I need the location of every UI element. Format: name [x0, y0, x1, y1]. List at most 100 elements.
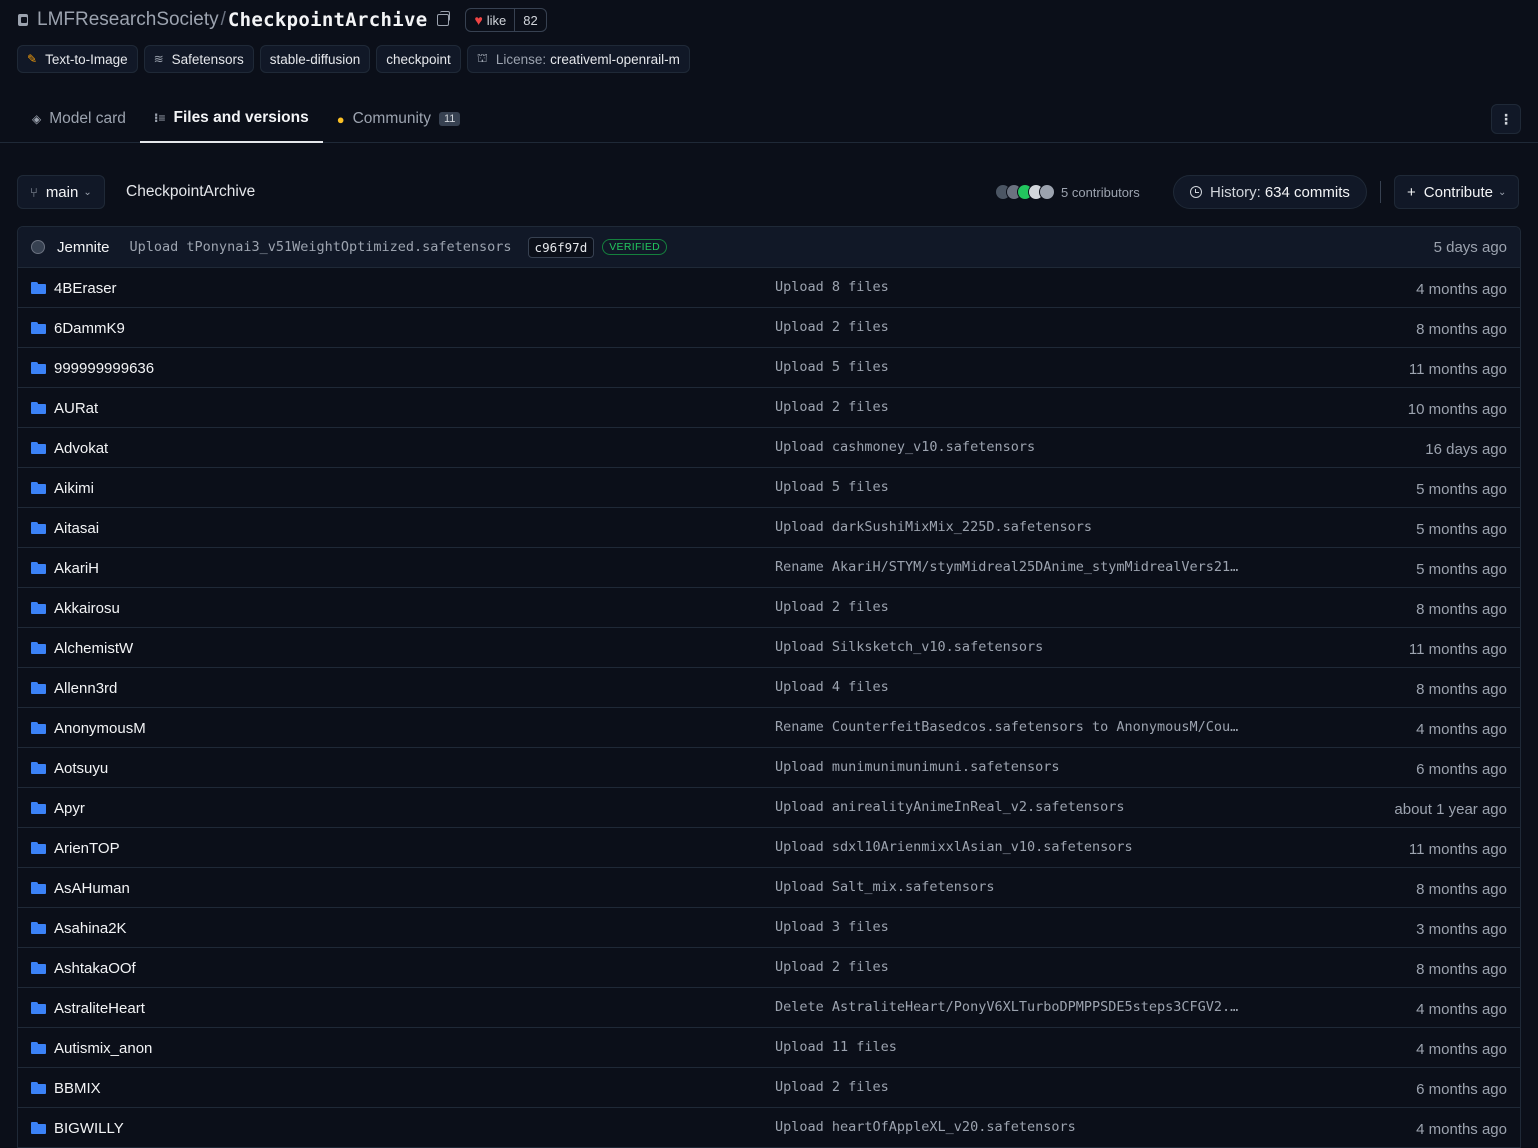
table-row: Advokat Upload cashmoney_v10.safetensors 1… [18, 428, 1520, 468]
tag-stable-diffusion[interactable]: stable-diffusion [259, 45, 371, 73]
file-commit-message-link[interactable]: Upload anirealityAnimeInReal_v2.safetens… [775, 788, 1125, 826]
folder-icon [31, 482, 46, 494]
folder-icon [31, 402, 46, 414]
file-commit-message-link[interactable]: Upload Silksketch_v10.safetensors [775, 628, 1043, 666]
org-link[interactable]: LMFResearchSociety [37, 9, 219, 31]
tag-license[interactable]: ⛫ License: creativeml-openrail-m [466, 45, 690, 73]
folder-name-link[interactable]: ArienTOP [54, 828, 120, 868]
folder-name-link[interactable]: Aikimi [54, 468, 94, 508]
table-row: AstraliteHeart Delete AstraliteHeart/Pony… [18, 988, 1520, 1028]
folder-icon [31, 562, 46, 574]
folder-name-link[interactable]: Asahina2K [54, 908, 127, 948]
file-date: 8 months ago [1416, 680, 1507, 698]
copy-icon[interactable] [437, 11, 451, 26]
file-commit-message-link[interactable]: Upload cashmoney_v10.safetensors [775, 428, 1035, 466]
folder-name-link[interactable]: AstraliteHeart [54, 988, 145, 1028]
folder-name-link[interactable]: BIGWILLY [54, 1108, 124, 1148]
contributors-count: 5 contributors [1061, 184, 1140, 200]
folder-icon [31, 642, 46, 654]
folder-icon [31, 682, 46, 694]
folder-name-link[interactable]: Aotsuyu [54, 748, 108, 788]
folder-icon [31, 722, 46, 734]
folder-name-link[interactable]: Aitasai [54, 508, 99, 548]
file-date: 4 months ago [1416, 1120, 1507, 1138]
folder-icon [31, 1002, 46, 1014]
file-date: 11 months ago [1408, 840, 1507, 858]
cube-icon: ◈ [32, 112, 42, 126]
folder-name-link[interactable]: Advokat [54, 428, 108, 468]
folder-name-link[interactable]: Akkairosu [54, 588, 120, 628]
file-date: 8 months ago [1416, 960, 1507, 978]
file-date: 10 months ago [1407, 400, 1507, 418]
folder-name-link[interactable]: Apyr [54, 788, 85, 828]
folder-name-link[interactable]: AshtakaOOf [54, 948, 136, 988]
more-options-button[interactable]: ⋮ [1491, 104, 1521, 134]
contributors-link[interactable]: 5 contributors [995, 175, 1140, 209]
folder-name-link[interactable]: AsAHuman [54, 868, 130, 908]
file-commit-message-link[interactable]: Upload sdxl10ArienmixxlAsian_v10.safeten… [775, 828, 1133, 866]
divider [1380, 181, 1381, 203]
tab-files-and-versions[interactable]: ⁝≡ Files and versions [139, 95, 323, 143]
file-commit-message-link[interactable]: Upload 5 files [775, 468, 889, 506]
folder-name-link[interactable]: 999999999636 [54, 348, 154, 388]
tag-safetensors[interactable]: ≋ Safetensors [143, 45, 254, 73]
table-row: AkariH Rename AkariH/STYM/stymMidreal25DA… [18, 548, 1520, 588]
file-date: 5 months ago [1416, 520, 1507, 538]
tag-checkpoint[interactable]: checkpoint [376, 45, 461, 73]
file-date: 5 months ago [1416, 480, 1507, 498]
file-commit-message-link[interactable]: Rename CounterfeitBasedcos.safetensors t… [775, 708, 1238, 746]
file-commit-message-link[interactable]: Upload 8 files [775, 268, 889, 306]
folder-name-link[interactable]: Autismix_anon [54, 1028, 152, 1068]
file-commit-message-link[interactable]: Upload 11 files [775, 1028, 897, 1066]
file-commit-message-link[interactable]: Upload 3 files [775, 908, 889, 946]
tab-community[interactable]: ● Community 11 [323, 95, 475, 143]
tag-text-to-image[interactable]: ✎ Text-to-Image [17, 45, 138, 73]
contribute-button[interactable]: + Contribute ⌄ [1394, 175, 1520, 209]
file-commit-message-link[interactable]: Rename AkariH/STYM/stymMidreal25DAnime_s… [775, 548, 1238, 586]
file-date: 4 months ago [1416, 1040, 1507, 1058]
community-icon: ● [336, 111, 345, 127]
file-commit-message-link[interactable]: Upload 2 files [775, 948, 889, 986]
file-commit-message-link[interactable]: Upload 2 files [775, 1068, 889, 1106]
repo-title-row: LMFResearchSociety / CheckpointArchive ♥… [17, 6, 547, 34]
history-button[interactable]: History: 634 commits [1173, 175, 1367, 209]
folder-name-link[interactable]: AkariH [54, 548, 99, 588]
folder-name-link[interactable]: BBMIX [54, 1068, 101, 1108]
repo-name-link[interactable]: CheckpointArchive [228, 9, 428, 31]
file-commit-message-link[interactable]: Upload 2 files [775, 588, 889, 626]
file-commit-message-link[interactable]: Upload 2 files [775, 308, 889, 346]
clock-icon [1190, 186, 1202, 198]
branch-selector-button[interactable]: ⑂ main ⌄ [17, 175, 105, 209]
folder-icon [31, 522, 46, 534]
folder-icon [31, 1082, 46, 1094]
history-prefix: History: [1210, 183, 1261, 201]
file-commit-message-link[interactable]: Upload 2 files [775, 388, 889, 426]
file-commit-message-link[interactable]: Upload 5 files [775, 348, 889, 386]
table-row: Asahina2K Upload 3 files 3 months ago [18, 908, 1520, 948]
like-button[interactable]: ♥ like 82 [465, 8, 547, 32]
commit-hash-link[interactable]: c96f97d [527, 236, 595, 258]
folder-name-link[interactable]: AlchemistW [54, 628, 133, 668]
file-commit-message-link[interactable]: Delete AstraliteHeart/PonyV6XLTurboDPMPP… [775, 988, 1238, 1026]
file-commit-message-link[interactable]: Upload heartOfAppleXL_v20.safetensors [775, 1108, 1076, 1146]
folder-name-link[interactable]: AnonymousM [54, 708, 146, 748]
repo-path-breadcrumb[interactable]: CheckpointArchive [126, 175, 255, 209]
folder-name-link[interactable]: 6DammK9 [54, 308, 125, 348]
folder-name-link[interactable]: AURat [54, 388, 98, 428]
tab-model-card[interactable]: ◈ Model card [18, 95, 140, 143]
file-date: 8 months ago [1416, 880, 1507, 898]
file-date: 4 months ago [1416, 720, 1507, 738]
commit-author-link[interactable]: Jemnite [57, 239, 110, 256]
file-commit-message-link[interactable]: Upload munimunimunimuni.safetensors [775, 748, 1059, 786]
file-commit-message-link[interactable]: Upload 4 files [775, 668, 889, 706]
text-to-image-icon: ✎ [27, 52, 38, 66]
like-count[interactable]: 82 [514, 9, 545, 31]
folder-name-link[interactable]: 4BEraser [54, 268, 117, 308]
folder-icon [31, 322, 46, 334]
file-commit-message-link[interactable]: Upload darkSushiMixMix_225D.safetensors [775, 508, 1092, 546]
folder-name-link[interactable]: Allenn3rd [54, 668, 117, 708]
tag-list: ✎ Text-to-Image ≋ Safetensors stable-dif… [17, 45, 690, 73]
commit-message-link[interactable]: Upload tPonynai3_v51WeightOptimized.safe… [130, 239, 512, 255]
file-commit-message-link[interactable]: Upload Salt_mix.safetensors [775, 868, 994, 906]
table-row: BBMIX Upload 2 files 6 months ago [18, 1068, 1520, 1108]
